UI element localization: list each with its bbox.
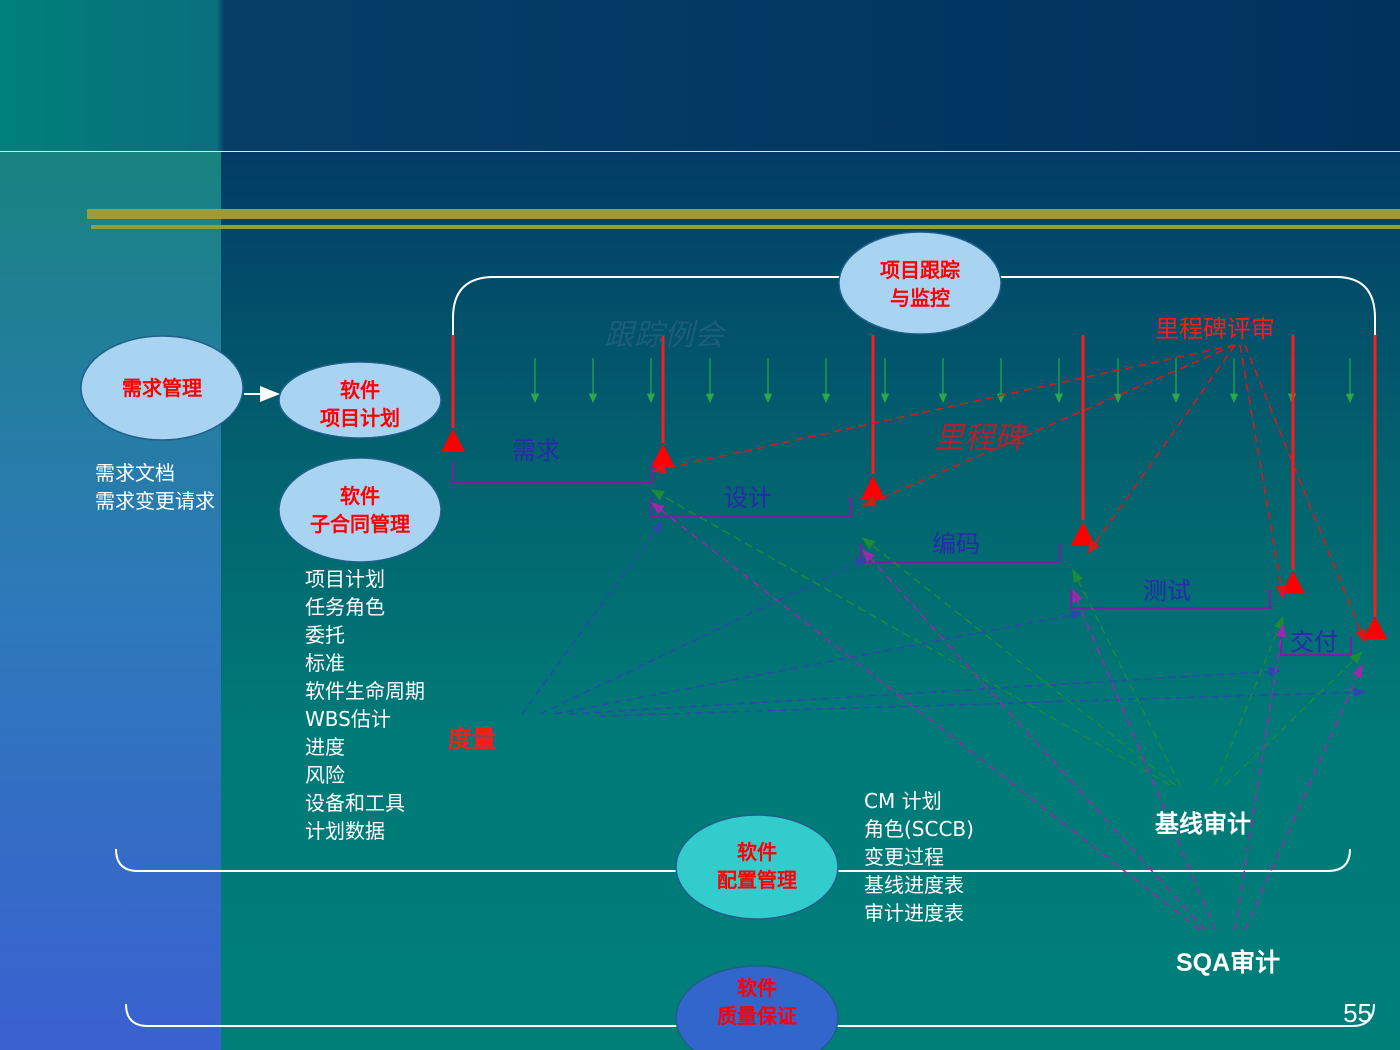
baseline-audit-label: 基线审计	[1155, 809, 1251, 838]
list-item: WBS估计	[305, 707, 391, 731]
cm-node-label: 软件 配置管理	[717, 840, 797, 892]
list-item: CM 计划	[864, 789, 942, 813]
list-item: 项目计划	[305, 567, 385, 591]
milestone-triangle	[861, 476, 885, 499]
milestone-triangle	[441, 429, 465, 452]
list-item: 基线进度表	[864, 873, 964, 897]
sqa-audit-label: SQA审计	[1176, 949, 1281, 977]
list-item: 任务角色	[305, 595, 385, 619]
requirements-node-label: 需求管理	[122, 376, 202, 400]
milestone-lines	[451, 335, 1377, 617]
milestone-triangle	[1363, 616, 1387, 639]
milestone-triangle	[651, 444, 675, 467]
milestone-triangle	[1281, 571, 1305, 594]
milestone-triangle	[1071, 522, 1095, 545]
list-item: 标准	[305, 651, 345, 675]
tracking-node-label: 项目跟踪 与监控	[880, 258, 960, 310]
list-item: 软件生命周期	[305, 679, 425, 703]
list-item: 风险	[305, 763, 345, 787]
page-number: 55	[1343, 998, 1372, 1028]
list-item: 需求文档	[95, 461, 175, 485]
milestone-label: 里程碑	[934, 421, 1024, 456]
phase-label-coding: 编码	[932, 530, 980, 558]
title-bar-thin	[91, 225, 1400, 229]
tracking-meeting-label: 跟踪例会	[604, 318, 724, 353]
phase-label-design: 设计	[724, 484, 772, 512]
list-item: 角色(SCCB)	[864, 817, 974, 841]
list-item: 变更过程	[864, 845, 944, 869]
requirements-outputs-list: 需求文档 需求变更请求	[95, 459, 215, 515]
list-item: 进度	[305, 735, 345, 759]
phase-label-testing: 测试	[1143, 577, 1191, 605]
phase-label-requirements: 需求	[512, 437, 560, 465]
list-item: 计划数据	[305, 819, 385, 843]
phase-label-delivery: 交付	[1290, 628, 1338, 656]
list-item: 设备和工具	[305, 791, 405, 815]
metrics-label: 度量	[448, 724, 496, 753]
plan-items-list: 项目计划 任务角色 委托 标准 软件生命周期 WBS估计 进度 风险 设备和工具…	[305, 565, 425, 845]
list-item: 需求变更请求	[95, 489, 215, 513]
list-item: 审计进度表	[864, 901, 964, 925]
tracking-meeting-arrows	[530, 358, 1355, 404]
title-bar-thick	[87, 209, 1400, 219]
qa-node-label: 软件 质量保证	[717, 976, 797, 1028]
phase-brackets	[452, 462, 1352, 656]
list-item: 委托	[305, 623, 345, 647]
cm-items-list: CM 计划 角色(SCCB) 变更过程 基线进度表 审计进度表	[864, 787, 974, 927]
subcontract-node-label: 软件 子合同管理	[310, 484, 410, 536]
baseline-audit-arrows	[650, 489, 1364, 786]
plan-node-label: 软件 项目计划	[320, 378, 400, 430]
milestone-review-label: 里程碑评审	[1155, 315, 1275, 343]
